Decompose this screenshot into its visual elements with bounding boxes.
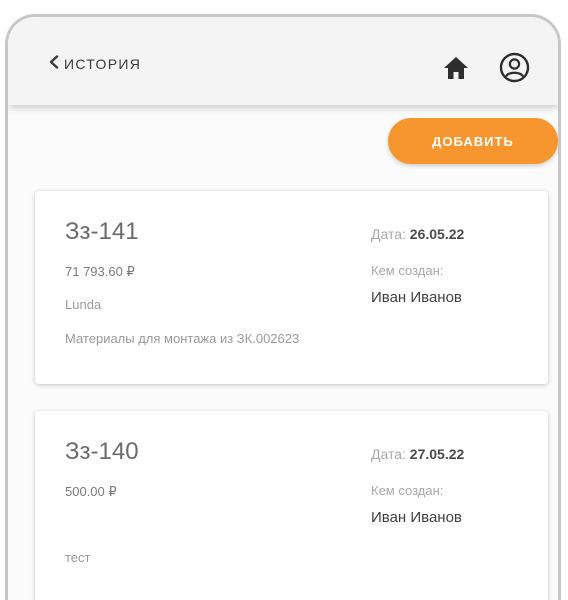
card-title: Зз-141 (65, 218, 139, 245)
created-by-label: Кем создан: (371, 263, 444, 278)
home-icon[interactable] (443, 56, 469, 80)
history-card[interactable]: Зз-140 500.00 ₽ тест Дата: 27.05.22 Кем … (35, 411, 548, 600)
back-link[interactable]: ИСТОРИЯ (48, 55, 141, 72)
card-author: Иван Иванов (371, 289, 462, 306)
card-date: Дата: 26.05.22 (371, 226, 464, 242)
card-date: Дата: 27.05.22 (371, 446, 464, 462)
card-description: Материалы для монтажа из ЗК.002623 (65, 331, 300, 346)
created-by-label: Кем создан: (371, 483, 444, 498)
app-frame: ИСТОРИЯ ДОБАВИТЬ Зз-141 71 793.60 ₽ Lund… (5, 14, 561, 600)
date-label: Дата: (371, 446, 406, 462)
date-value: 27.05.22 (409, 446, 465, 462)
add-button[interactable]: ДОБАВИТЬ (388, 118, 558, 164)
date-value: 26.05.22 (409, 226, 465, 242)
card-title: Зз-140 (65, 438, 139, 465)
date-label: Дата: (371, 226, 406, 242)
card-organization: тест (65, 550, 91, 565)
user-circle-icon[interactable] (499, 52, 530, 83)
back-label: ИСТОРИЯ (64, 55, 142, 72)
card-organization: Lunda (65, 297, 102, 312)
card-author: Иван Иванов (371, 509, 462, 526)
card-amount: 71 793.60 ₽ (65, 264, 135, 279)
chevron-left-icon (48, 55, 60, 72)
history-card[interactable]: Зз-141 71 793.60 ₽ Lunda Материалы для м… (35, 191, 548, 384)
card-amount: 500.00 ₽ (65, 484, 117, 499)
top-bar: ИСТОРИЯ (8, 17, 558, 105)
